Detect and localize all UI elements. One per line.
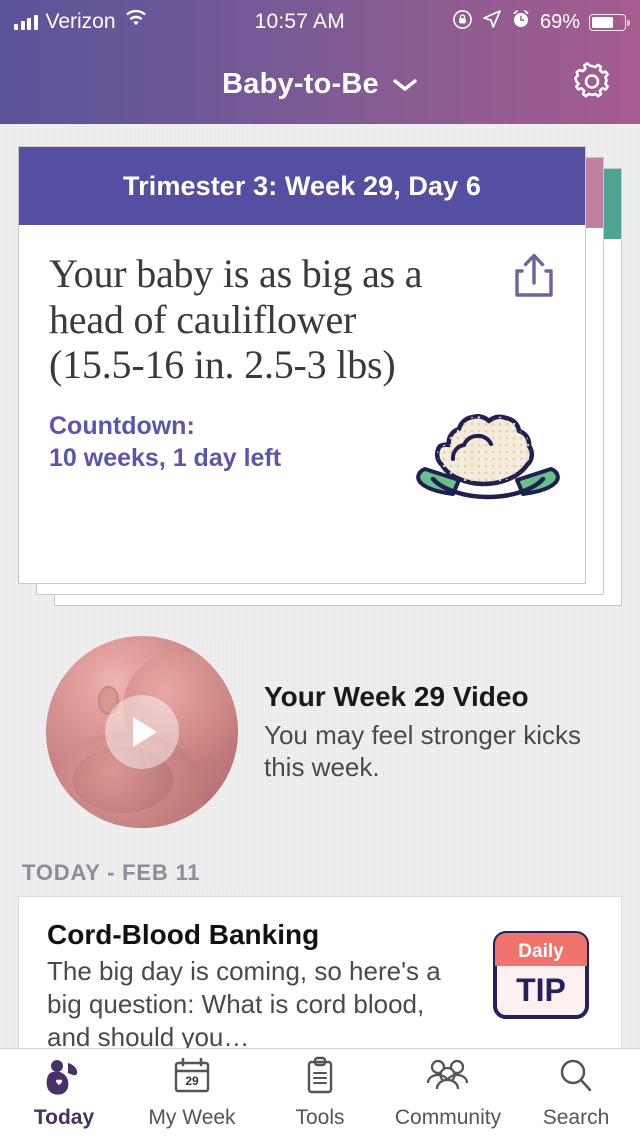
tab-search[interactable]: Search: [512, 1049, 640, 1136]
daily-tip-icon: Daily TIP: [485, 927, 597, 1023]
gear-icon: [570, 62, 614, 108]
daily-tip-badge-bottom: TIP: [516, 972, 566, 1008]
week-card-body: Your baby is as big as a head of caulifl…: [19, 225, 585, 585]
status-bar-left: Verizon: [14, 9, 148, 34]
calendar-day-number: 29: [185, 1074, 199, 1088]
status-bar-center: 10:57 AM: [148, 10, 452, 34]
tab-my-week-label: My Week: [148, 1105, 236, 1129]
scroll-content[interactable]: Trimester 3: Week 29, Day 6 Your baby is…: [0, 124, 640, 1048]
tab-my-week[interactable]: 29 My Week: [128, 1049, 256, 1136]
share-icon: [511, 253, 557, 305]
signal-bars-icon: [14, 14, 38, 30]
baby-measurements: (15.5-16 in. 2.5-3 lbs): [49, 342, 396, 388]
play-button-icon[interactable]: [105, 695, 179, 769]
daily-tip-card[interactable]: Cord-Blood Banking The big day is coming…: [18, 896, 622, 1048]
today-section-label: TODAY - FEB 11: [22, 860, 201, 885]
chevron-down-icon: [392, 68, 418, 101]
profile-selector[interactable]: Baby-to-Be: [222, 68, 418, 101]
tab-tools-label: Tools: [295, 1105, 345, 1129]
battery-icon: [589, 13, 630, 31]
tab-tools[interactable]: Tools: [256, 1049, 384, 1136]
weekly-video-row[interactable]: Your Week 29 Video You may feel stronger…: [46, 636, 606, 828]
nav-title-label: Baby-to-Be: [222, 67, 379, 100]
tab-today[interactable]: Today: [0, 1049, 128, 1136]
week-card-header: Trimester 3: Week 29, Day 6: [19, 147, 585, 225]
daily-tip-text-block: Cord-Blood Banking The big day is coming…: [47, 919, 469, 1048]
daily-tip-badge-top: Daily: [518, 941, 564, 962]
video-thumbnail[interactable]: [46, 636, 238, 828]
video-title: Your Week 29 Video: [264, 680, 529, 712]
video-subtitle: You may feel stronger kicks this week.: [264, 719, 581, 782]
video-text-block: Your Week 29 Video You may feel stronger…: [264, 681, 606, 783]
wifi-icon: [124, 9, 148, 34]
alarm-clock-icon: [511, 9, 531, 35]
carrier-label: Verizon: [45, 10, 116, 33]
tab-community-label: Community: [394, 1105, 502, 1129]
baby-size-text: Your baby is as big as a head of caulifl…: [49, 251, 449, 388]
week-card-stack[interactable]: Trimester 3: Week 29, Day 6 Your baby is…: [18, 146, 622, 606]
calendar-icon: 29: [171, 1056, 213, 1101]
bottom-tab-bar[interactable]: Today 29 My Week Tools Community Search: [0, 1048, 640, 1136]
people-group-icon: [424, 1056, 472, 1101]
daily-tip-title: Cord-Blood Banking: [47, 919, 320, 950]
cauliflower-icon: [413, 407, 563, 507]
pregnant-silhouette-icon: [42, 1056, 86, 1101]
nav-bar: Baby-to-Be: [0, 44, 640, 124]
rotation-lock-icon: [452, 9, 473, 36]
week-card[interactable]: Trimester 3: Week 29, Day 6 Your baby is…: [18, 146, 586, 584]
tab-community[interactable]: Community: [384, 1049, 512, 1136]
location-arrow-icon: [482, 9, 502, 35]
tab-search-label: Search: [542, 1105, 610, 1129]
settings-button[interactable]: [570, 60, 614, 109]
baby-size-sentence: Your baby is as big as a head of caulifl…: [49, 251, 423, 342]
battery-percent-label: 69%: [539, 10, 580, 33]
status-bar-right: 69%: [452, 9, 630, 36]
daily-tip-body: The big day is coming, so here's a big q…: [47, 956, 441, 1048]
clipboard-icon: [302, 1056, 338, 1101]
trimester-week-label: Trimester 3: Week 29, Day 6: [123, 170, 481, 201]
search-icon: [556, 1056, 596, 1101]
status-bar: Verizon 10:57 AM 69%: [0, 0, 640, 44]
tab-today-label: Today: [33, 1105, 95, 1129]
clock-label: 10:57 AM: [254, 10, 345, 33]
share-button[interactable]: [511, 251, 557, 306]
